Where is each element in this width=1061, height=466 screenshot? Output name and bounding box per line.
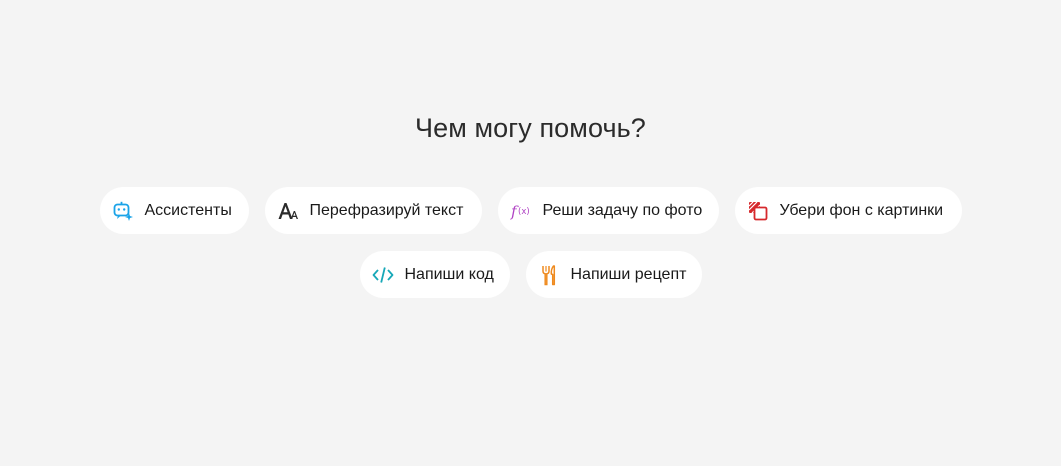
suggestions-row-1: Ассистенты Перефразируй текст f (x) Реши… bbox=[0, 187, 1061, 234]
suggestion-label: Ассистенты bbox=[144, 201, 232, 219]
function-icon: f (x) bbox=[510, 200, 532, 222]
suggestion-remove-bg-button[interactable]: Убери фон с картинки bbox=[734, 187, 962, 234]
suggestion-label: Перефразируй текст bbox=[309, 201, 464, 219]
font-size-icon bbox=[277, 200, 299, 222]
page-title: Чем могу помочь? bbox=[415, 113, 646, 143]
suggestion-label: Реши задачу по фото bbox=[542, 201, 703, 219]
suggestion-paraphrase-button[interactable]: Перефразируй текст bbox=[264, 187, 482, 234]
suggestion-write-code-button[interactable]: Напиши код bbox=[359, 251, 510, 298]
cutlery-icon bbox=[538, 264, 560, 286]
suggestion-label: Напиши код bbox=[404, 265, 494, 283]
suggestion-label: Напиши рецепт bbox=[570, 265, 687, 283]
remove-background-icon bbox=[747, 200, 769, 222]
suggestion-solve-photo-button[interactable]: f (x) Реши задачу по фото bbox=[497, 187, 719, 234]
assistant-bot-icon bbox=[112, 200, 134, 222]
suggestion-write-recipe-button[interactable]: Напиши рецепт bbox=[525, 251, 702, 298]
suggestion-assistants-button[interactable]: Ассистенты bbox=[99, 187, 249, 234]
suggestions-row-2: Напиши код Напиши рецепт bbox=[0, 251, 1061, 298]
code-icon bbox=[372, 264, 394, 286]
suggestion-label: Убери фон с картинки bbox=[779, 201, 944, 219]
svg-text:(x): (x) bbox=[518, 207, 530, 217]
